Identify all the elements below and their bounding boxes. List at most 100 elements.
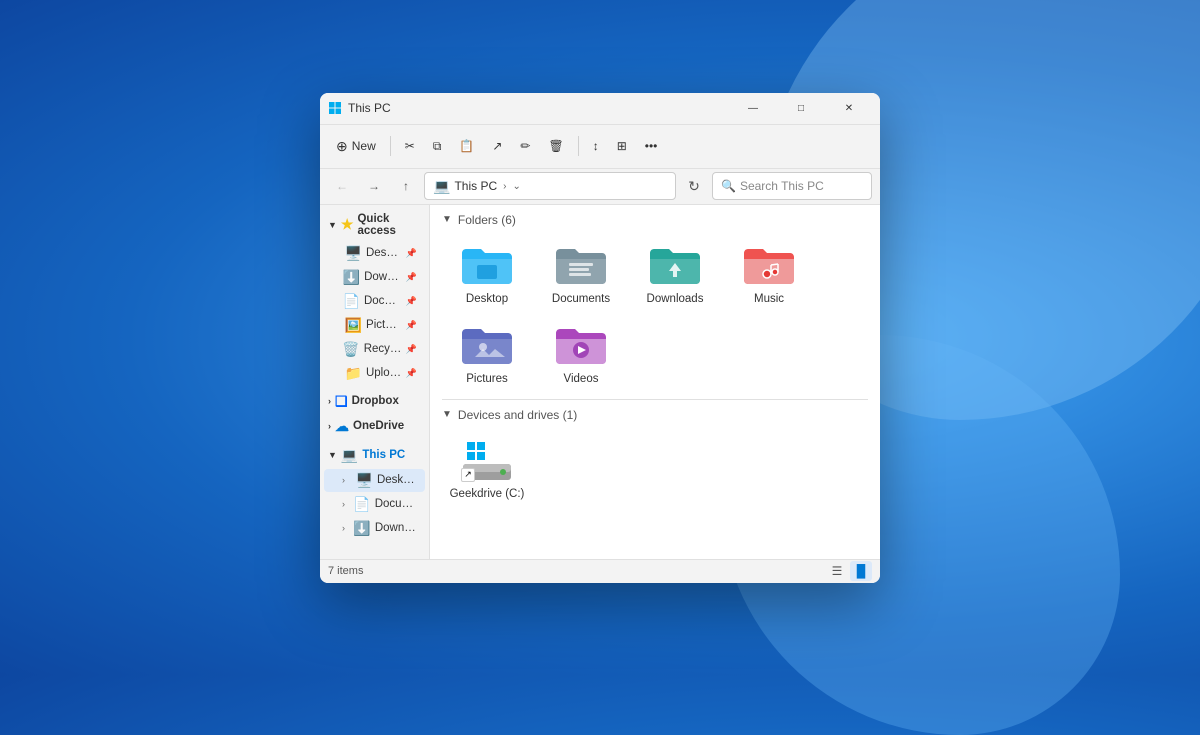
expand-icon: › [342, 499, 349, 509]
search-box[interactable]: 🔍 Search This PC [712, 172, 872, 200]
sidebar: ▼ ★ Quick access 🖥️ Desktop 📌 ⬇️ Downloa… [320, 205, 430, 559]
dropbox-header[interactable]: › ❑ Dropbox [320, 389, 429, 414]
address-bar-row: ← → ↑ 💻 This PC › ⌄ ↻ 🔍 Search This PC [320, 169, 880, 205]
quick-access-header[interactable]: ▼ ★ Quick access [320, 209, 429, 241]
folder-item-downloads[interactable]: Downloads [630, 235, 720, 311]
sidebar-item-recycle-bin[interactable]: 🗑️ Recycle Bin 📌 [324, 338, 425, 361]
this-pc-header[interactable]: ▼ 💻 This PC [320, 443, 429, 468]
this-pc-icon: 💻 [433, 178, 450, 195]
folders-grid: Desktop Documents [442, 235, 868, 391]
items-count: 7 items [328, 565, 363, 577]
pin-icon: 📌 [406, 272, 417, 283]
sidebar-item-this-pc-downloads[interactable]: › ⬇️ Downloads [324, 517, 425, 540]
address-location: This PC [454, 179, 497, 193]
rename-button[interactable]: ✏ [512, 135, 538, 157]
expand-icon: › [342, 475, 352, 485]
quick-access-label: Quick access [357, 213, 421, 237]
pictures-folder-icon: 🖼️ [345, 317, 362, 334]
sidebar-item-desktop[interactable]: 🖥️ Desktop 📌 [324, 242, 425, 265]
more-button[interactable]: ••• [637, 135, 666, 157]
folder-item-desktop[interactable]: Desktop [442, 235, 532, 311]
this-pc-icon: 💻 [341, 447, 358, 464]
rename-icon: ✏ [520, 139, 530, 153]
documents-folder-icon-large [551, 241, 611, 289]
cut-button[interactable]: ✂ [397, 135, 423, 157]
sidebar-item-uploads[interactable]: 📁 Uploads 📌 [324, 362, 425, 385]
onedrive-header[interactable]: › ☁ OneDrive [320, 414, 429, 439]
address-box[interactable]: 💻 This PC › ⌄ [424, 172, 676, 200]
pin-icon: 📌 [406, 320, 417, 331]
recycle-bin-icon: 🗑️ [342, 341, 359, 358]
sidebar-item-this-pc-documents[interactable]: › 📄 Documents [324, 493, 425, 516]
this-pc-documents-icon: 📄 [353, 496, 370, 513]
sidebar-this-pc-documents-label: Documents [375, 498, 417, 510]
delete-button[interactable]: 🗑 [540, 135, 571, 157]
expand-icon: › [342, 523, 349, 533]
downloads-folder-label: Downloads [647, 293, 704, 305]
status-bar: 7 items ☰ █ [320, 559, 880, 583]
cut-icon: ✂ [405, 139, 415, 153]
forward-button[interactable]: → [360, 172, 388, 200]
grid-view-button[interactable]: █ [850, 561, 872, 581]
sort-icon: ↕ [593, 139, 599, 153]
uploads-folder-icon: 📁 [345, 365, 362, 382]
this-pc-chevron-icon: ▼ [328, 450, 337, 460]
view-buttons: ☰ █ [826, 561, 872, 581]
sidebar-this-pc-desktop-label: Desktop [377, 474, 417, 486]
desktop-folder-icon-large [457, 241, 517, 289]
dropbox-chevron-icon: › [328, 396, 331, 406]
folder-item-documents[interactable]: Documents [536, 235, 626, 311]
paste-button[interactable]: 📋 [451, 135, 482, 157]
drive-item-c[interactable]: ↗ Geekdrive (C:) [442, 430, 532, 506]
drives-chevron-icon: ▼ [442, 409, 452, 420]
this-pc-desktop-icon: 🖥️ [356, 472, 373, 489]
copy-icon: ⧉ [433, 139, 442, 154]
new-icon: ⊕ [336, 138, 348, 155]
refresh-button[interactable]: ↻ [680, 172, 708, 200]
minimize-button[interactable]: — [730, 93, 776, 125]
this-pc-label: This PC [362, 449, 405, 461]
sidebar-item-this-pc-desktop[interactable]: › 🖥️ Desktop [324, 469, 425, 492]
onedrive-icon: ☁ [335, 418, 349, 435]
share-button[interactable]: ↗ [484, 135, 510, 157]
content-area: ▼ Folders (6) Desktop [430, 205, 880, 559]
music-folder-label: Music [754, 293, 784, 305]
share-icon: ↗ [492, 139, 502, 153]
folder-item-videos[interactable]: Videos [536, 315, 626, 391]
sidebar-documents-label: Documents [364, 295, 402, 307]
new-button[interactable]: ⊕ New [328, 134, 384, 159]
music-folder-icon-large [739, 241, 799, 289]
copy-button[interactable]: ⧉ [425, 135, 450, 158]
back-button[interactable]: ← [328, 172, 356, 200]
sidebar-item-downloads[interactable]: ⬇️ Downloads 📌 [324, 266, 425, 289]
view-icon: ⊞ [617, 139, 627, 153]
toolbar-separator-1 [390, 136, 391, 156]
folder-item-music[interactable]: Music [724, 235, 814, 311]
view-button[interactable]: ⊞ [609, 135, 635, 157]
pin-icon: 📌 [406, 344, 417, 355]
paste-icon: 📋 [459, 139, 474, 153]
close-button[interactable]: ✕ [826, 93, 872, 125]
pin-icon: 📌 [406, 248, 417, 259]
sidebar-item-pictures[interactable]: 🖼️ Pictures 📌 [324, 314, 425, 337]
downloads-folder-icon: ⬇️ [343, 269, 360, 286]
more-icon: ••• [645, 139, 658, 153]
sidebar-item-documents[interactable]: 📄 Documents 📌 [324, 290, 425, 313]
folder-item-pictures[interactable]: Pictures [442, 315, 532, 391]
sort-button[interactable]: ↕ [585, 135, 607, 157]
list-view-button[interactable]: ☰ [826, 561, 848, 581]
up-button[interactable]: ↑ [392, 172, 420, 200]
file-explorer-window: This PC — □ ✕ ⊕ New ✂ ⧉ 📋 ↗ ✏ 🗑 [320, 93, 880, 583]
sidebar-desktop-label: Desktop [366, 247, 402, 259]
pin-icon: 📌 [406, 296, 417, 307]
window-title: This PC [348, 101, 730, 115]
drives-section-header[interactable]: ▼ Devices and drives (1) [442, 408, 868, 422]
videos-folder-icon-large [551, 321, 611, 369]
delete-icon: 🗑 [548, 139, 563, 153]
search-icon: 🔍 [721, 179, 736, 193]
search-placeholder: Search This PC [740, 179, 824, 193]
dropbox-icon: ❑ [335, 393, 348, 410]
main-area: ▼ ★ Quick access 🖥️ Desktop 📌 ⬇️ Downloa… [320, 205, 880, 559]
maximize-button[interactable]: □ [778, 93, 824, 125]
folders-section-header[interactable]: ▼ Folders (6) [442, 213, 868, 227]
